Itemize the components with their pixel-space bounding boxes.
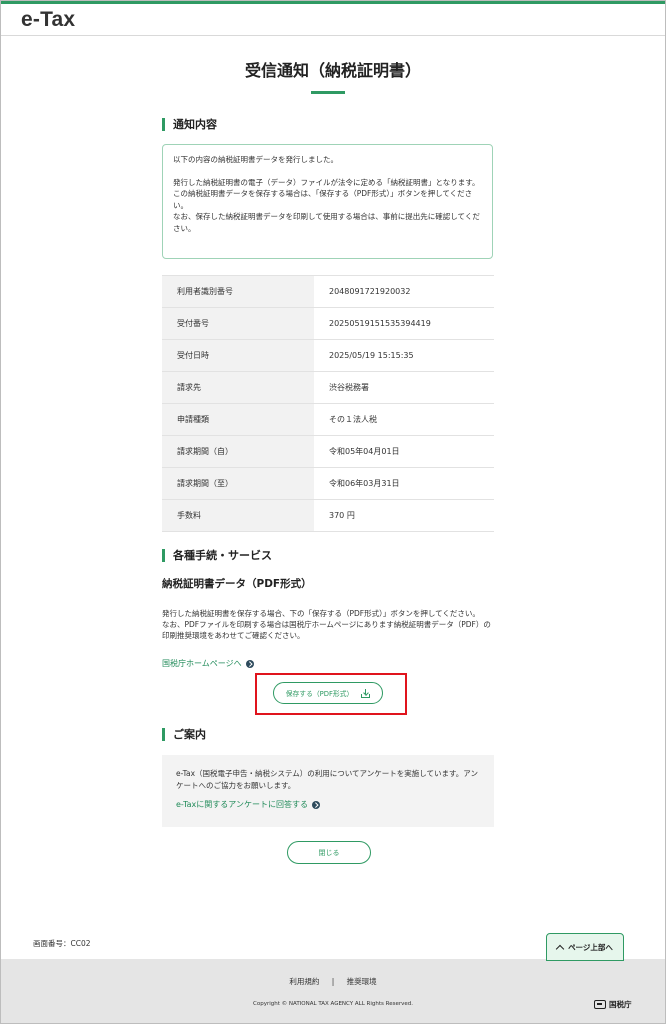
row-value: 20250519151535394419 [314, 307, 494, 340]
table-row: 申請種類 その１法人税 [162, 403, 494, 436]
row-value: 令和06年03月31日 [314, 467, 494, 500]
info-table: 利用者識別番号 2048091721920032 受付番号 202505191515… [162, 275, 494, 532]
row-label: 利用者識別番号 [162, 275, 314, 308]
close-button[interactable]: 閉じる [287, 841, 371, 864]
chevron-up-icon [555, 944, 565, 953]
save-pdf-button-label: 保存する（PDF形式） [285, 690, 354, 698]
notice-line: この納税証明書データを保存する場合は、「保存する（PDF形式）」ボタンを押してく… [173, 189, 473, 210]
pdf-description: 発行した納税証明書を保存する場合、下の「保存する（PDF形式）」ボタンを押してく… [162, 608, 497, 641]
row-value: 2048091721920032 [314, 275, 494, 308]
copyright: Copyright © NATIONAL TAX AGENCY ALL Righ… [253, 1001, 413, 1007]
guide-section-heading: ご案内 [162, 728, 206, 741]
screen-id: 画面番号：CC02 [33, 939, 91, 948]
row-label: 手数料 [162, 499, 314, 532]
save-pdf-button[interactable]: 保存する（PDF形式） [273, 682, 383, 704]
notice-line: なお、保存した納税証明書データを印刷して使用する場合は、事前に提出先に確認してく… [173, 212, 480, 233]
title-underline [311, 91, 345, 94]
notice-line: 発行した納税証明書の電子（データ）ファイルが法令に定める「納税証明書」となります… [173, 177, 480, 187]
nta-homepage-link[interactable]: 国税庁ホームページへ [162, 658, 254, 669]
row-label: 請求期間（自） [162, 435, 314, 468]
services-section-heading: 各種手続・サービス [162, 549, 272, 562]
row-label: 受付番号 [162, 307, 314, 340]
table-row: 請求期間（至） 令和06年03月31日 [162, 467, 494, 500]
survey-link-label[interactable]: e-Taxに関するアンケートに回答する [176, 799, 308, 810]
etax-logo[interactable]: e-Tax [21, 8, 75, 32]
row-label: 請求先 [162, 371, 314, 404]
row-label: 受付日時 [162, 339, 314, 372]
table-row: 請求先 渋谷税務署 [162, 371, 494, 404]
table-row: 受付日時 2025/05/19 15:15:35 [162, 339, 494, 372]
recommended-env-link[interactable]: 推奨環境 [347, 977, 377, 986]
footer-separator: | [331, 977, 335, 986]
table-row: 利用者識別番号 2048091721920032 [162, 275, 494, 308]
circle-arrow-icon [311, 800, 320, 809]
survey-link[interactable]: e-Taxに関するアンケートに回答する [176, 799, 320, 810]
notice-box: 以下の内容の納税証明書データを発行しました。 発行した納税証明書の電子（データ）… [162, 144, 493, 259]
footer-links: 利用規約 | 推奨環境 [1, 976, 665, 987]
nta-logo-text: 国税庁 [609, 1000, 632, 1009]
notice-section-heading: 通知内容 [162, 118, 217, 131]
row-value: その１法人税 [314, 403, 494, 436]
nta-homepage-link-label[interactable]: 国税庁ホームページへ [162, 658, 242, 669]
notice-line: 以下の内容の納税証明書データを発行しました。 [173, 155, 338, 164]
download-icon [361, 688, 371, 698]
row-value: 370 円 [314, 499, 494, 532]
guide-box: e-Tax（国税電子申告・納税システム）の利用についてアンケートを実施しています… [162, 755, 494, 827]
terms-link[interactable]: 利用規約 [289, 977, 319, 986]
row-value: 令和05年04月01日 [314, 435, 494, 468]
footer: 利用規約 | 推奨環境 Copyright © NATIONAL TAX AGE… [1, 959, 665, 1023]
nta-logo[interactable]: 国税庁 [594, 999, 632, 1010]
header: e-Tax [1, 4, 665, 36]
table-row: 手数料 370 円 [162, 499, 494, 532]
desc-line: なお、PDFファイルを印刷する場合は国税庁ホームページにあります納税証明書データ… [162, 620, 491, 640]
page-top-button[interactable]: ページ上部へ [546, 933, 624, 961]
pdf-subheading: 納税証明書データ（PDF形式） [162, 578, 312, 590]
desc-line: 発行した納税証明書を保存する場合、下の「保存する（PDF形式）」ボタンを押してく… [162, 609, 480, 618]
row-label: 請求期間（至） [162, 467, 314, 500]
guide-text: e-Tax（国税電子申告・納税システム）の利用についてアンケートを実施しています… [176, 769, 478, 790]
row-label: 申請種類 [162, 403, 314, 436]
page-frame: e-Tax 受信通知（納税証明書） 通知内容 以下の内容の納税証明書データを発行… [0, 0, 666, 1024]
page-title: 受信通知（納税証明書） [244, 61, 421, 80]
row-value: 渋谷税務署 [314, 371, 494, 404]
table-row: 受付番号 20250519151535394419 [162, 307, 494, 340]
row-value: 2025/05/19 15:15:35 [314, 339, 494, 372]
table-row: 請求期間（自） 令和05年04月01日 [162, 435, 494, 468]
nta-logo-mark [594, 1000, 606, 1009]
circle-arrow-icon [245, 659, 254, 668]
page-top-label: ページ上部へ [568, 942, 613, 952]
